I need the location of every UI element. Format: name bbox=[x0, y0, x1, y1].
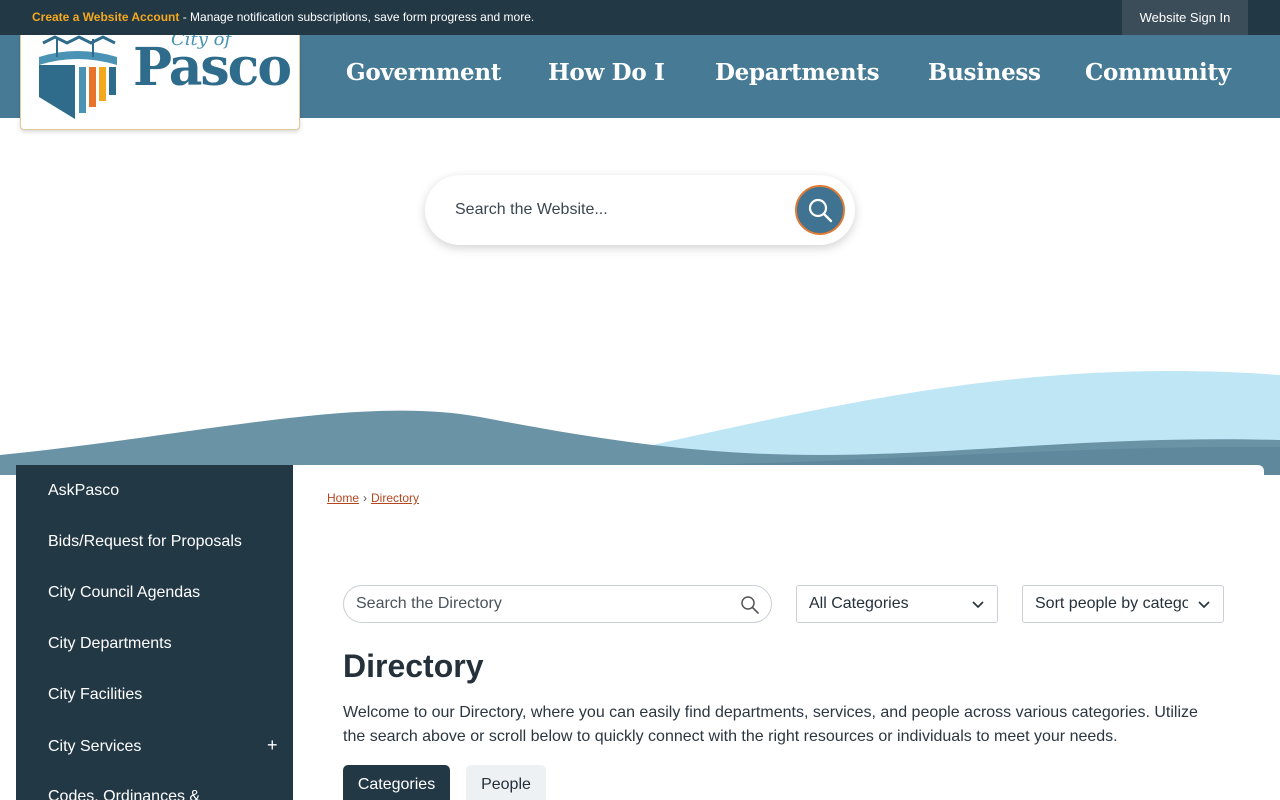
sidebar-nav: AskPasco Bids/Request for Proposals City… bbox=[16, 465, 293, 800]
page-title: Directory bbox=[343, 648, 484, 684]
sign-in-button[interactable]: Website Sign In bbox=[1122, 0, 1248, 35]
breadcrumb: Home › Directory bbox=[327, 491, 419, 505]
chevron-down-icon bbox=[1198, 601, 1210, 609]
breadcrumb-directory[interactable]: Directory bbox=[371, 491, 419, 505]
sidebar-item-services[interactable]: City Services bbox=[48, 738, 141, 756]
sidebar-item-bids[interactable]: Bids/Request for Proposals bbox=[48, 533, 242, 551]
utility-bar: Create a Website Account - Manage notifi… bbox=[0, 0, 1280, 35]
create-account-link[interactable]: Create a Website Account bbox=[32, 10, 179, 24]
site-search bbox=[425, 175, 855, 245]
nav-business[interactable]: Business bbox=[928, 59, 1041, 86]
nav-departments[interactable]: Departments bbox=[715, 59, 880, 86]
search-icon bbox=[808, 198, 833, 223]
expand-icon[interactable]: + bbox=[267, 735, 278, 756]
directory-search bbox=[343, 585, 772, 623]
directory-intro: Welcome to our Directory, where you can … bbox=[343, 704, 1198, 745]
sidebar-item-askpasco[interactable]: AskPasco bbox=[48, 482, 119, 500]
sidebar-item-council-agendas[interactable]: City Council Agendas bbox=[48, 584, 200, 602]
sidebar-item-facilities[interactable]: City Facilities bbox=[48, 686, 142, 704]
category-select[interactable]: All Categories bbox=[796, 585, 998, 623]
category-select-value: All Categories bbox=[809, 595, 909, 612]
site-search-button[interactable] bbox=[795, 185, 845, 235]
directory-search-input[interactable] bbox=[356, 594, 726, 614]
sort-select-value: Sort people by category bbox=[1035, 595, 1188, 612]
pasco-shield-icon bbox=[39, 35, 117, 119]
nav-government[interactable]: Government bbox=[346, 59, 501, 86]
main-content: Home›Directory All Categories Sort peopl… bbox=[293, 465, 1264, 800]
chevron-down-icon bbox=[972, 601, 984, 609]
tab-categories[interactable]: Categories bbox=[343, 765, 450, 800]
site-search-input[interactable] bbox=[455, 197, 785, 223]
sort-select[interactable]: Sort people by category bbox=[1022, 585, 1224, 623]
city-logo[interactable]: City of Pasco bbox=[20, 35, 300, 130]
search-icon[interactable] bbox=[740, 595, 760, 615]
nav-how-do-i[interactable]: How Do I bbox=[548, 59, 665, 86]
nav-community[interactable]: Community bbox=[1085, 59, 1231, 86]
decorative-waves bbox=[0, 371, 1280, 475]
sidebar-item-codes[interactable]: Codes, Ordinances & bbox=[48, 788, 200, 800]
tab-people[interactable]: People bbox=[466, 765, 546, 800]
logo-name-text: Pasco bbox=[133, 37, 292, 98]
account-message-text: - Manage notification subscriptions, sav… bbox=[179, 10, 535, 24]
breadcrumb-home[interactable]: Home bbox=[327, 491, 359, 505]
account-message: Create a Website Account - Manage notifi… bbox=[32, 10, 534, 24]
breadcrumb-separator: › bbox=[363, 491, 368, 505]
sidebar-item-departments[interactable]: City Departments bbox=[48, 635, 172, 653]
